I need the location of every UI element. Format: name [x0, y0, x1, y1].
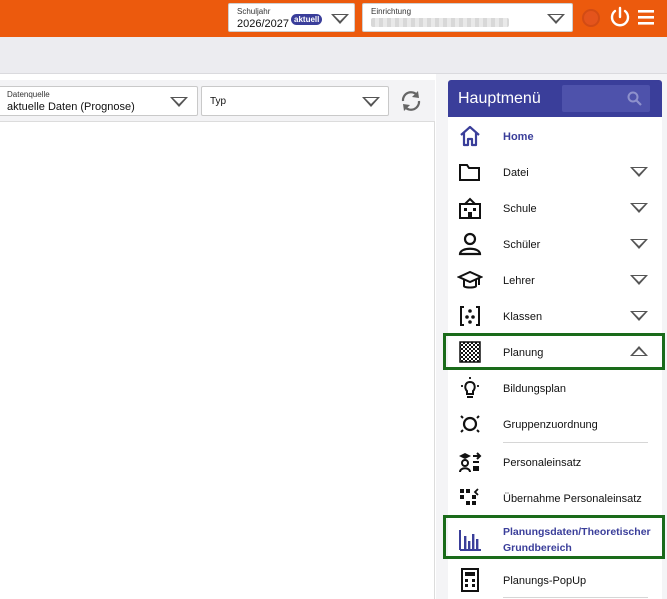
menu-item-datei[interactable]: Datei [448, 154, 662, 190]
hamburger-icon[interactable] [637, 8, 655, 26]
chevron-down-icon [630, 239, 648, 249]
menu-item-schule[interactable]: Schule [448, 190, 662, 226]
main-menu-header: Hauptmenü [448, 80, 662, 117]
typ-select[interactable]: Typ [201, 86, 389, 116]
menu-item-schueler[interactable]: Schüler [448, 226, 662, 262]
menu-item-label: Schule [503, 203, 537, 215]
divider [503, 597, 648, 598]
einrichtung-label: Einrichtung [371, 7, 412, 16]
record-icon[interactable] [582, 9, 600, 27]
menu-item-label: Klassen [503, 311, 543, 323]
menu-item-uebernahme-personaleinsatz[interactable]: Übernahme Personaleinsatz [448, 480, 662, 516]
chevron-down-icon [547, 14, 565, 24]
refresh-icon[interactable] [397, 88, 425, 114]
menu-item-personaleinsatz[interactable]: Personaleinsatz [448, 444, 662, 480]
menu-item-label: Personaleinsatz [503, 457, 582, 469]
menu-item-label: Datei [503, 167, 529, 179]
menu-item-label: Bildungsplan [503, 383, 566, 395]
personnel-icon [459, 452, 482, 473]
class-icon [460, 306, 480, 326]
chevron-down-icon [630, 275, 648, 285]
typ-value: Typ [210, 96, 227, 107]
calculator-icon [461, 568, 479, 592]
menu-item-label: Planungs-PopUp [503, 575, 587, 587]
einrichtung-select[interactable]: Einrichtung [362, 3, 573, 32]
schuljahr-label: Schuljahr [237, 7, 271, 16]
menu-search-input[interactable] [562, 85, 650, 112]
divider [503, 442, 648, 443]
chevron-down-icon [362, 97, 380, 107]
chevron-down-icon [630, 203, 648, 213]
top-bar: Schuljahr 2026/2027 aktuell Einrichtung [0, 0, 667, 37]
menu-item-label: Schüler [503, 239, 541, 251]
menu-item-label: Übernahme Personaleinsatz [503, 493, 642, 505]
lightbulb-icon [461, 377, 479, 398]
chevron-down-icon [630, 167, 648, 177]
menu-item-lehrer[interactable]: Lehrer [448, 262, 662, 298]
einrichtung-value-blurred [371, 18, 509, 27]
chevron-down-icon [630, 311, 648, 321]
menu-item-label: Lehrer [503, 275, 535, 287]
schuljahr-value: 2026/2027 [237, 18, 289, 30]
menu-item-label: Home [503, 131, 534, 143]
home-icon [460, 125, 480, 147]
datenquelle-value: aktuelle Daten (Prognose) [7, 101, 135, 113]
menu-item-klassen[interactable]: Klassen [448, 298, 662, 334]
folder-icon [459, 164, 480, 181]
power-icon[interactable] [609, 6, 631, 28]
search-icon [627, 91, 642, 106]
menu-item-label: Gruppenzuordnung [503, 419, 598, 431]
chevron-down-icon [170, 97, 188, 107]
highlight-planung [443, 333, 665, 370]
content-panel [0, 80, 435, 599]
menu-item-gruppenzuordnung[interactable]: Gruppenzuordnung [448, 406, 662, 442]
menu-item-home[interactable]: Home [448, 118, 662, 154]
chevron-down-icon [331, 14, 349, 24]
school-icon [459, 197, 481, 219]
menu-item-planungs-popup[interactable]: Planungs-PopUp [448, 562, 662, 598]
transfer-icon [460, 488, 479, 505]
graduation-cap-icon [457, 270, 483, 289]
main-menu-title: Hauptmenü [458, 90, 541, 107]
datenquelle-label: Datenquelle [7, 90, 50, 99]
toolbar-band [0, 37, 667, 74]
group-assign-icon [460, 415, 480, 433]
schuljahr-select[interactable]: Schuljahr 2026/2027 aktuell [228, 3, 355, 32]
person-icon [458, 232, 482, 256]
aktuell-badge: aktuell [291, 14, 323, 25]
highlight-planungsdaten [443, 515, 665, 559]
datenquelle-select[interactable]: Datenquelle aktuelle Daten (Prognose) [0, 86, 198, 116]
menu-item-bildungsplan[interactable]: Bildungsplan [448, 370, 662, 406]
